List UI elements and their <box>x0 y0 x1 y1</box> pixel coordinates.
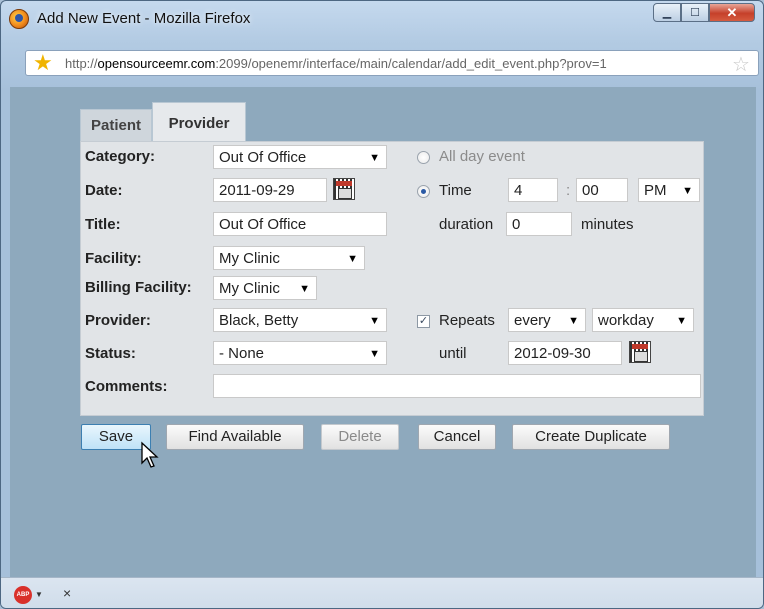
facility-label: Facility: <box>85 250 142 267</box>
close-icon[interactable]: × <box>63 585 71 601</box>
category-label: Category: <box>85 148 156 165</box>
provider-value: Black, Betty <box>219 312 299 329</box>
until-label: until <box>439 345 467 362</box>
time-radio[interactable] <box>417 185 430 198</box>
status-value: - None <box>219 345 265 362</box>
cancel-button[interactable]: Cancel <box>418 424 496 450</box>
close-icon: ✕ <box>726 4 738 20</box>
close-button[interactable]: ✕ <box>709 3 755 22</box>
title-input[interactable]: Out Of Office <box>213 212 387 236</box>
calendar-icon[interactable] <box>333 178 355 200</box>
minimize-button[interactable]: ▁ <box>653 3 681 22</box>
adblock-icon[interactable]: ABP <box>14 586 32 604</box>
ampm-value: PM <box>644 182 667 199</box>
provider-label: Provider: <box>85 312 151 329</box>
duration-label: duration <box>439 216 494 233</box>
browser-window: Add New Event - Mozilla Firefox ▁ ☐ ✕ ★ … <box>0 0 764 609</box>
minute-input[interactable]: 00 <box>576 178 628 202</box>
duration-input[interactable]: 0 <box>506 212 572 236</box>
repeat-frequency-select[interactable]: every ▼ <box>508 308 586 332</box>
delete-button: Delete <box>321 424 399 450</box>
all-day-label: All day event <box>439 148 525 165</box>
status-select[interactable]: - None ▼ <box>213 341 387 365</box>
url-path: :2099/openemr/interface/main/calendar/ad… <box>215 56 607 71</box>
category-value: Out Of Office <box>219 149 307 166</box>
billing-facility-value: My Clinic <box>219 280 280 297</box>
star-icon[interactable]: ★ <box>33 50 53 76</box>
title-label: Title: <box>85 216 121 233</box>
status-bar: ABP ▼ × <box>1 577 763 608</box>
chevron-down-icon: ▼ <box>676 315 687 327</box>
repeats-checkbox[interactable]: ✓ <box>417 315 430 328</box>
until-date-input[interactable]: 2012-09-30 <box>508 341 622 365</box>
comments-input[interactable] <box>213 374 701 398</box>
maximize-button[interactable]: ☐ <box>681 3 709 22</box>
maximize-icon: ☐ <box>690 7 700 19</box>
repeat-frequency-value: every <box>514 312 551 329</box>
chevron-down-icon[interactable]: ▼ <box>35 590 43 599</box>
event-form-panel: Category: Date: Title: Facility: Billing… <box>80 141 704 416</box>
find-available-button[interactable]: Find Available <box>166 424 304 450</box>
billing-facility-select[interactable]: My Clinic ▼ <box>213 276 317 300</box>
chevron-down-icon: ▼ <box>682 185 693 197</box>
dialog-content: Patient Provider Category: Date: Title: … <box>10 87 756 577</box>
minimize-icon: ▁ <box>662 7 672 19</box>
window-controls: ▁ ☐ ✕ <box>653 3 755 22</box>
tab-patient[interactable]: Patient <box>80 109 152 141</box>
status-label: Status: <box>85 345 136 362</box>
comments-label: Comments: <box>85 378 168 395</box>
hour-input[interactable]: 4 <box>508 178 558 202</box>
chevron-down-icon: ▼ <box>568 315 579 327</box>
billing-facility-label: Billing Facility: <box>85 279 192 296</box>
chevron-down-icon: ▼ <box>369 348 380 360</box>
ampm-select[interactable]: PM ▼ <box>638 178 700 202</box>
check-icon: ✓ <box>418 315 429 327</box>
tab-provider[interactable]: Provider <box>152 102 246 143</box>
url-text[interactable]: http://opensourceemr.com:2099/openemr/in… <box>65 56 705 71</box>
firefox-icon <box>9 9 29 29</box>
title-bar: Add New Event - Mozilla Firefox ▁ ☐ ✕ <box>1 1 763 37</box>
url-prefix: http:// <box>65 56 98 71</box>
all-day-radio[interactable] <box>417 151 430 164</box>
chevron-down-icon: ▼ <box>369 315 380 327</box>
bookmark-star-icon[interactable]: ☆ <box>732 52 750 77</box>
facility-value: My Clinic <box>219 250 280 267</box>
provider-select[interactable]: Black, Betty ▼ <box>213 308 387 332</box>
date-input[interactable]: 2011-09-29 <box>213 178 327 202</box>
url-domain: opensourceemr.com <box>97 56 216 71</box>
category-select[interactable]: Out Of Office ▼ <box>213 145 387 169</box>
repeat-unit-value: workday <box>598 312 654 329</box>
repeat-unit-select[interactable]: workday ▼ <box>592 308 694 332</box>
window-title: Add New Event - Mozilla Firefox <box>37 10 251 27</box>
chevron-down-icon: ▼ <box>299 283 310 295</box>
date-label: Date: <box>85 182 123 199</box>
time-separator: : <box>566 182 571 199</box>
mouse-cursor-icon <box>141 441 159 468</box>
facility-select[interactable]: My Clinic ▼ <box>213 246 365 270</box>
repeats-label: Repeats <box>439 312 495 329</box>
chevron-down-icon: ▼ <box>347 253 358 265</box>
create-duplicate-button[interactable]: Create Duplicate <box>512 424 670 450</box>
calendar-icon[interactable] <box>629 341 651 363</box>
minutes-label: minutes <box>581 216 634 233</box>
chevron-down-icon: ▼ <box>369 152 380 164</box>
time-label: Time <box>439 182 472 199</box>
